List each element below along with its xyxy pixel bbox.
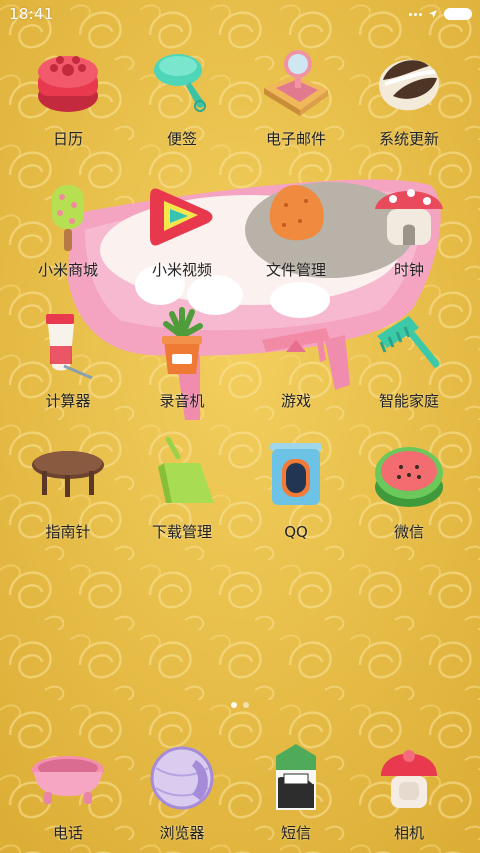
app-label: 下载管理 — [151, 523, 212, 541]
dustpan-download-icon — [158, 437, 214, 503]
app-label: 时钟 — [393, 261, 424, 279]
app-file-manager[interactable]: 文件管理 — [236, 175, 356, 295]
status-icons — [409, 8, 472, 20]
app-label: 录音机 — [159, 392, 205, 410]
app-recorder[interactable]: 录音机 — [122, 306, 242, 426]
app-mi-store[interactable]: 小米商城 — [8, 175, 128, 295]
app-calculator[interactable]: 计算器 — [8, 306, 128, 426]
sunflower-seed-update-icon — [379, 59, 439, 111]
app-games[interactable]: 游戏 — [236, 306, 356, 426]
mushroom-house-clock-icon — [375, 189, 443, 245]
app-qq[interactable]: QQ — [236, 437, 356, 557]
hamster-ball-browser-icon — [150, 746, 214, 810]
watermelon-wechat-icon — [375, 447, 443, 507]
app-notes[interactable]: 便签 — [122, 44, 242, 164]
play-triangle-video-icon — [150, 188, 213, 246]
app-label: QQ — [284, 523, 308, 541]
status-bar: 18:41 — [0, 0, 480, 28]
app-label: 计算器 — [45, 392, 91, 410]
app-calendar[interactable]: 日历 — [8, 44, 128, 164]
app-label: 文件管理 — [265, 261, 326, 279]
app-label: 小米商城 — [37, 261, 98, 279]
battery-icon — [444, 8, 472, 20]
mirror-mail-icon — [264, 50, 328, 116]
app-mi-video[interactable]: 小米视频 — [122, 175, 242, 295]
bathtub-phone-icon — [32, 756, 104, 804]
app-label: 智能家庭 — [378, 392, 439, 410]
app-download-manager[interactable]: 下载管理 — [122, 437, 242, 557]
seesaw-game-icon — [262, 328, 330, 362]
app-label: 短信 — [280, 824, 311, 842]
app-system-update[interactable]: 系统更新 — [349, 44, 469, 164]
page-dot — [243, 702, 249, 708]
app-label: 便签 — [166, 130, 197, 148]
plant-pot-recorder-icon — [162, 307, 203, 374]
app-label: 微信 — [393, 523, 424, 541]
dock: 电话 浏览器 短信 相机 — [0, 738, 480, 853]
app-label: 电话 — [52, 824, 83, 842]
cake-calendar-icon — [38, 56, 98, 112]
app-label: 浏览器 — [159, 824, 205, 842]
wooden-table-compass-icon — [32, 451, 104, 497]
scoop-notes-icon — [154, 54, 206, 112]
app-compass[interactable]: 指南针 — [8, 437, 128, 557]
comb-smarthome-icon — [377, 316, 440, 368]
location-arrow-icon — [429, 10, 437, 18]
app-label: 游戏 — [280, 392, 311, 410]
app-label: 系统更新 — [378, 130, 439, 148]
app-label: 电子邮件 — [265, 130, 326, 148]
app-clock[interactable]: 时钟 — [349, 175, 469, 295]
ice-pop-store-icon — [52, 185, 84, 251]
more-dots-icon — [409, 12, 422, 16]
tin-can-qq-icon — [270, 443, 322, 505]
app-label: 小米视频 — [151, 261, 212, 279]
mushroom-camera-icon — [381, 750, 437, 808]
dock-camera[interactable]: 相机 — [349, 738, 469, 853]
cookie-files-icon — [269, 185, 324, 241]
dock-phone[interactable]: 电话 — [8, 738, 128, 853]
dock-messages[interactable]: 短信 — [236, 738, 356, 853]
app-label: 指南针 — [45, 523, 91, 541]
app-email[interactable]: 电子邮件 — [236, 44, 356, 164]
app-wechat[interactable]: 微信 — [349, 437, 469, 557]
water-bottle-calculator-icon — [46, 314, 93, 380]
status-time: 18:41 — [9, 5, 54, 23]
page-indicator[interactable] — [0, 702, 480, 708]
app-label: 相机 — [393, 824, 424, 842]
milk-carton-sms-icon — [276, 744, 316, 810]
app-label: 日历 — [52, 130, 83, 148]
page-dot-active — [231, 702, 237, 708]
dock-browser[interactable]: 浏览器 — [122, 738, 242, 853]
app-smart-home[interactable]: 智能家庭 — [349, 306, 469, 426]
